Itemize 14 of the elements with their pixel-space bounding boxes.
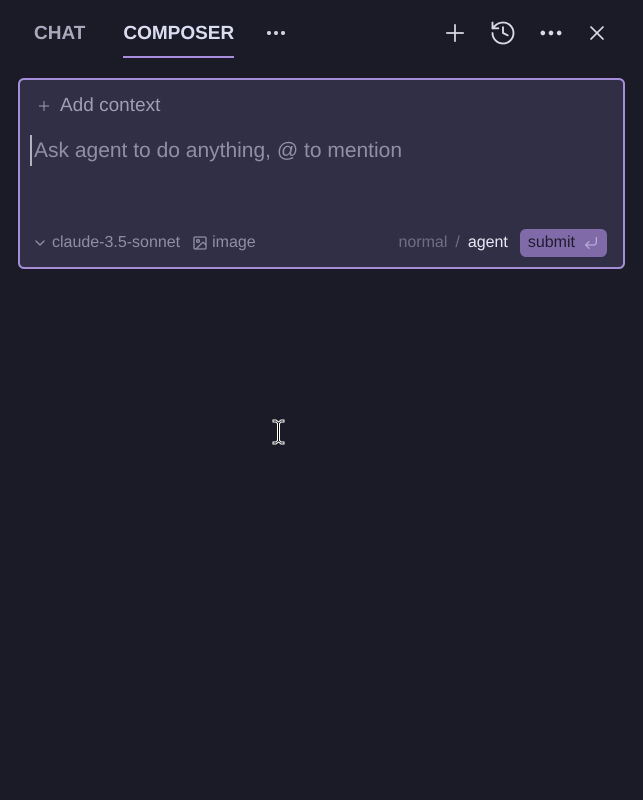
mode-toggle[interactable]: normal <box>398 231 448 255</box>
model-selector[interactable]: claude-3.5-sonnet <box>32 231 180 255</box>
separator: / <box>455 233 460 253</box>
mode-toggle[interactable]: agent <box>468 231 508 255</box>
tab[interactable]: COMPOSER <box>123 8 234 58</box>
image-button[interactable]: image <box>192 231 256 255</box>
image-icon <box>192 235 208 251</box>
text-cursor-icon <box>272 419 285 445</box>
enter-icon <box>583 235 599 251</box>
tab[interactable]: CHAT <box>34 8 86 58</box>
submit-button[interactable]: submit <box>520 229 607 257</box>
prompt-input[interactable]: Ask agent to do anything, @ to mention <box>30 134 590 166</box>
add-context-button[interactable]: Add context <box>36 92 160 120</box>
history-icon[interactable] <box>489 19 517 47</box>
